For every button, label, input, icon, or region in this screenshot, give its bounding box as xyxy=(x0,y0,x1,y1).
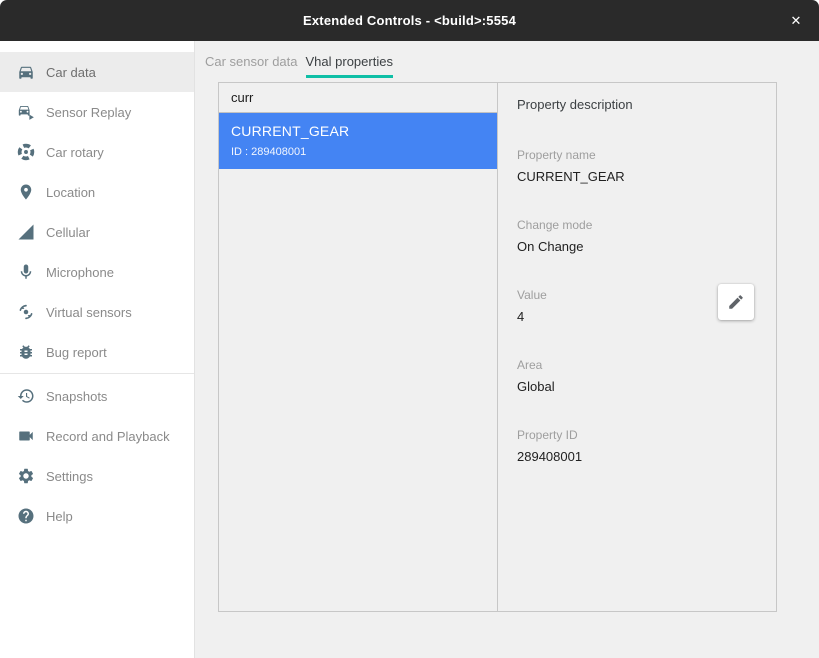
sidebar-item-label: Microphone xyxy=(46,265,114,280)
property-item-name: CURRENT_GEAR xyxy=(231,123,485,139)
videocam-icon xyxy=(17,427,35,445)
field-label: Property name xyxy=(517,147,756,163)
field-label: Change mode xyxy=(517,217,756,233)
microphone-icon xyxy=(17,263,35,281)
pencil-icon xyxy=(727,293,745,311)
gear-icon xyxy=(17,467,35,485)
sidebar-item-label: Location xyxy=(46,185,95,200)
sidebar-item-settings[interactable]: Settings xyxy=(0,456,194,496)
sidebar-item-label: Help xyxy=(46,509,73,524)
tab-bar: Car sensor data Vhal properties xyxy=(205,50,401,78)
rotation-icon xyxy=(17,303,35,321)
sidebar-item-car-data[interactable]: Car data xyxy=(0,52,194,92)
sidebar-item-label: Settings xyxy=(46,469,93,484)
window-title: Extended Controls - <build>:5554 xyxy=(303,13,516,28)
sidebar-item-label: Bug report xyxy=(46,345,107,360)
sidebar-item-label: Cellular xyxy=(46,225,90,240)
location-pin-icon xyxy=(17,183,35,201)
sidebar-item-label: Car rotary xyxy=(46,145,104,160)
edit-value-button[interactable] xyxy=(718,284,754,320)
vhal-properties-panel: CURRENT_GEAR ID : 289408001 Property des… xyxy=(218,82,777,612)
field-value: 289408001 xyxy=(517,448,756,466)
rotary-dial-icon xyxy=(17,143,35,161)
history-icon xyxy=(17,387,35,405)
sidebar-item-label: Car data xyxy=(46,65,96,80)
field-label: Property ID xyxy=(517,427,756,443)
field-value: CURRENT_GEAR xyxy=(517,168,756,186)
sidebar-item-car-rotary[interactable]: Car rotary xyxy=(0,132,194,172)
sidebar-item-record-playback[interactable]: Record and Playback xyxy=(0,416,194,456)
sidebar-item-snapshots[interactable]: Snapshots xyxy=(0,376,194,416)
sidebar-item-label: Snapshots xyxy=(46,389,107,404)
field-property-id: Property ID 289408001 xyxy=(517,427,756,466)
tab-vhal-properties[interactable]: Vhal properties xyxy=(306,50,393,78)
bug-icon xyxy=(17,343,35,361)
sidebar-group-divider xyxy=(0,373,194,374)
field-change-mode: Change mode On Change xyxy=(517,217,756,256)
close-icon: ✕ xyxy=(791,13,802,29)
sidebar-item-cellular[interactable]: Cellular xyxy=(0,212,194,252)
field-property-name: Property name CURRENT_GEAR xyxy=(517,147,756,186)
property-list-item[interactable]: CURRENT_GEAR ID : 289408001 xyxy=(219,113,497,169)
content-area: Car sensor data Vhal properties CURRENT_… xyxy=(195,41,819,658)
field-area: Area Global xyxy=(517,357,756,396)
property-item-id: ID : 289408001 xyxy=(231,146,485,159)
car-icon xyxy=(17,63,35,81)
close-button[interactable]: ✕ xyxy=(781,0,811,41)
sidebar-item-label: Record and Playback xyxy=(46,429,170,444)
field-value: Global xyxy=(517,378,756,396)
titlebar: Extended Controls - <build>:5554 ✕ xyxy=(0,0,819,41)
search-row xyxy=(219,83,497,113)
sidebar-item-label: Virtual sensors xyxy=(46,305,132,320)
property-list-column: CURRENT_GEAR ID : 289408001 xyxy=(219,83,498,611)
field-label: Area xyxy=(517,357,756,373)
help-icon xyxy=(17,507,35,525)
main-area: Car data Sensor Replay Car rotary Locati… xyxy=(0,41,819,658)
cellular-signal-icon xyxy=(17,223,35,241)
property-detail-column: Property description Property name CURRE… xyxy=(498,83,776,611)
property-search-input[interactable] xyxy=(219,83,497,112)
sidebar-item-microphone[interactable]: Microphone xyxy=(0,252,194,292)
sidebar-item-help[interactable]: Help xyxy=(0,496,194,536)
extended-controls-window: Extended Controls - <build>:5554 ✕ Car d… xyxy=(0,0,819,658)
car-replay-icon xyxy=(17,103,35,121)
sidebar-item-bug-report[interactable]: Bug report xyxy=(0,332,194,372)
sidebar-item-sensor-replay[interactable]: Sensor Replay xyxy=(0,92,194,132)
tab-car-sensor-data[interactable]: Car sensor data xyxy=(205,50,298,78)
field-value: On Change xyxy=(517,238,756,256)
detail-header: Property description xyxy=(517,96,756,114)
sidebar-item-virtual-sensors[interactable]: Virtual sensors xyxy=(0,292,194,332)
sidebar-item-label: Sensor Replay xyxy=(46,105,131,120)
sidebar: Car data Sensor Replay Car rotary Locati… xyxy=(0,41,195,658)
sidebar-item-location[interactable]: Location xyxy=(0,172,194,212)
